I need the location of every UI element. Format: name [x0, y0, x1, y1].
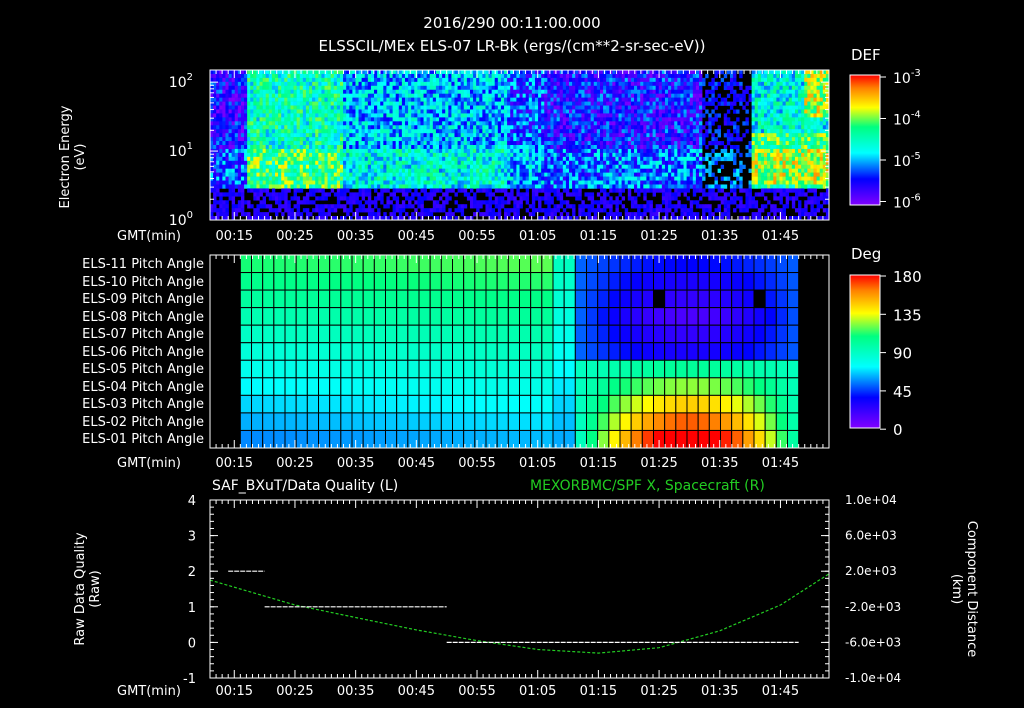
panel3-ytick-left-label: 3 [188, 530, 196, 545]
time-tick-label: 00:45 [398, 456, 435, 471]
def-colorbar-label: 10-4 [893, 110, 921, 129]
deg-colorbar [849, 274, 881, 429]
deg-colorbar-label: 0 [893, 421, 903, 439]
panel3-ytick-left-label: -1 [183, 672, 196, 687]
def-colorbar-title: DEF [851, 46, 881, 64]
def-colorbar-label: 10-3 [893, 68, 921, 87]
gmt-axis-label: GMT(min) [117, 684, 181, 699]
panel3-ytick-right-label: 2.0e+03 [845, 564, 897, 578]
time-tick-label: 00:15 [216, 684, 253, 699]
time-tick-label: 00:35 [337, 456, 374, 471]
time-tick-label: 00:55 [458, 684, 495, 699]
deg-colorbar-label: 90 [893, 345, 912, 363]
panel3-ytick-left-label: 0 [188, 636, 196, 651]
panel3-ytick-left-label: 4 [188, 494, 196, 509]
gmt-axis-label: GMT(min) [117, 229, 181, 244]
time-tick-label: 00:25 [276, 684, 313, 699]
time-tick-label: 00:15 [216, 456, 253, 471]
panel3-ytick-right-label: 1.0e+04 [845, 493, 897, 507]
time-tick-label: 01:45 [762, 684, 799, 699]
time-tick-label: 01:15 [580, 229, 617, 244]
panel3-ytick-right-label: -2.0e+03 [845, 600, 901, 614]
time-tick-label: 00:35 [337, 229, 374, 244]
def-colorbar-label: 10-6 [893, 193, 921, 212]
time-tick-label: 01:45 [762, 456, 799, 471]
panel1-ytick-label: 100 [169, 210, 193, 229]
time-tick-label: 01:35 [701, 229, 738, 244]
time-tick-label: 01:05 [519, 684, 556, 699]
time-tick-label: 01:05 [519, 229, 556, 244]
deg-colorbar-label: 45 [893, 383, 912, 401]
deg-colorbar-title: Deg [851, 245, 881, 263]
panel1-ytick-label: 101 [169, 141, 193, 160]
timeseries-plot [209, 570, 830, 654]
panel3-ytick-right-label: -1.0e+04 [845, 671, 901, 685]
def-colorbar [849, 74, 881, 206]
panel3-ytick-right-label: -6.0e+03 [845, 635, 901, 649]
deg-colorbar-label: 180 [893, 268, 922, 286]
plot-canvas: 102101100DEF10-310-410-510-6Deg180135904… [117, 46, 922, 699]
time-tick-label: 01:45 [762, 229, 799, 244]
time-tick-label: 00:55 [458, 456, 495, 471]
panel1-ytick-label: 102 [169, 72, 193, 91]
time-tick-label: 00:35 [337, 684, 374, 699]
time-tick-label: 01:15 [580, 684, 617, 699]
deg-colorbar-label: 135 [893, 306, 922, 324]
time-tick-label: 01:35 [701, 456, 738, 471]
time-tick-label: 00:25 [276, 456, 313, 471]
time-tick-label: 01:15 [580, 456, 617, 471]
time-tick-label: 00:45 [398, 229, 435, 244]
pitch-angle-grid [239, 254, 800, 449]
panel3-ytick-right-label: 6.0e+03 [845, 529, 897, 543]
panel3-ytick-left-label: 2 [188, 565, 196, 580]
time-tick-label: 01:05 [519, 456, 556, 471]
energy-spectrogram [210, 70, 830, 221]
time-tick-label: 01:25 [640, 456, 677, 471]
time-tick-label: 01:25 [640, 229, 677, 244]
time-tick-label: 01:35 [701, 684, 738, 699]
time-tick-label: 01:25 [640, 684, 677, 699]
gmt-axis-label: GMT(min) [117, 456, 181, 471]
panel3-frame [209, 499, 830, 679]
time-tick-label: 00:15 [216, 229, 253, 244]
time-tick-label: 00:55 [458, 229, 495, 244]
panel3-ytick-left-label: 1 [188, 601, 196, 616]
def-colorbar-label: 10-5 [893, 151, 921, 170]
time-tick-label: 00:45 [398, 684, 435, 699]
spacecraft-x-line [209, 573, 830, 654]
time-tick-label: 00:25 [276, 229, 313, 244]
